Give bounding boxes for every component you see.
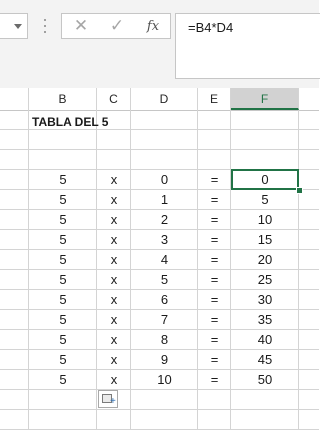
sheet-title[interactable]: TABLA DEL 5: [32, 112, 108, 132]
formula-bar-splitter[interactable]: [43, 19, 47, 33]
column-header-a[interactable]: [0, 88, 29, 110]
cell-c[interactable]: x: [97, 370, 131, 390]
cell-b[interactable]: 5: [29, 210, 97, 230]
column-header-b[interactable]: B: [29, 88, 97, 110]
fx-icon[interactable]: fx: [140, 14, 166, 38]
cell-b[interactable]: 5: [29, 370, 97, 390]
cell-e[interactable]: =: [198, 330, 231, 350]
formula-input[interactable]: =B4*D4: [175, 13, 320, 79]
cell-d[interactable]: 10: [131, 370, 198, 390]
fill-handle[interactable]: [296, 187, 303, 194]
cell-d[interactable]: 4: [131, 250, 198, 270]
column-header-d[interactable]: D: [131, 88, 198, 110]
cell-d[interactable]: 9: [131, 350, 198, 370]
formula-bar: ✕ ✓ fx =B4*D4: [0, 0, 320, 88]
column-header-f[interactable]: F: [231, 88, 299, 110]
cell-d[interactable]: 7: [131, 310, 198, 330]
cell-c[interactable]: x: [97, 350, 131, 370]
cell-d[interactable]: 6: [131, 290, 198, 310]
cell-c[interactable]: x: [97, 230, 131, 250]
cell-e[interactable]: =: [198, 190, 231, 210]
cell-d[interactable]: 8: [131, 330, 198, 350]
cell-b[interactable]: 5: [29, 190, 97, 210]
cell-b[interactable]: 5: [29, 250, 97, 270]
cell-c[interactable]: x: [97, 290, 131, 310]
auto-fill-options-icon[interactable]: +: [98, 390, 118, 408]
cell-b[interactable]: 5: [29, 350, 97, 370]
cell-e[interactable]: =: [198, 270, 231, 290]
cell-e[interactable]: =: [198, 210, 231, 230]
cell-f[interactable]: 50: [231, 370, 299, 390]
cell-c[interactable]: x: [97, 170, 131, 190]
chevron-down-icon: [14, 24, 22, 29]
cell-e[interactable]: =: [198, 250, 231, 270]
cell-e[interactable]: =: [198, 170, 231, 190]
active-cell-border: [231, 169, 299, 190]
column-header-e[interactable]: E: [198, 88, 231, 110]
worksheet-grid[interactable]: B C D E F TABLA DEL 5 5 x 0 = 0 5 x 1 = 5 5 x 2 = 10 5 x…: [0, 88, 319, 431]
cell-f[interactable]: 5: [231, 190, 299, 210]
cell-e[interactable]: =: [198, 370, 231, 390]
cell-e[interactable]: =: [198, 310, 231, 330]
cell-f[interactable]: 40: [231, 330, 299, 350]
cell-f[interactable]: 20: [231, 250, 299, 270]
name-box-dropdown[interactable]: [0, 13, 28, 39]
cell-b[interactable]: 5: [29, 270, 97, 290]
cell-c[interactable]: x: [97, 190, 131, 210]
cell-e[interactable]: =: [198, 290, 231, 310]
cell-b[interactable]: 5: [29, 290, 97, 310]
cell-f[interactable]: 10: [231, 210, 299, 230]
cell-f[interactable]: 30: [231, 290, 299, 310]
cell-c[interactable]: x: [97, 310, 131, 330]
cancel-icon[interactable]: ✕: [68, 14, 94, 38]
cell-d[interactable]: 3: [131, 230, 198, 250]
column-headers: B C D E F: [0, 88, 319, 111]
cell-b[interactable]: 5: [29, 310, 97, 330]
formula-bar-buttons: ✕ ✓ fx: [61, 13, 171, 39]
cell-d[interactable]: 0: [131, 170, 198, 190]
cell-d[interactable]: 1: [131, 190, 198, 210]
cell-c[interactable]: x: [97, 330, 131, 350]
cell-c[interactable]: x: [97, 250, 131, 270]
column-header-g[interactable]: [299, 88, 319, 110]
check-icon[interactable]: ✓: [104, 14, 130, 38]
cell-b[interactable]: 5: [29, 230, 97, 250]
cell-c[interactable]: x: [97, 270, 131, 290]
column-header-c[interactable]: C: [97, 88, 131, 110]
cell-d[interactable]: 5: [131, 270, 198, 290]
cell-f[interactable]: 35: [231, 310, 299, 330]
cell-d[interactable]: 2: [131, 210, 198, 230]
cell-e[interactable]: =: [198, 350, 231, 370]
cell-c[interactable]: x: [97, 210, 131, 230]
cell-f[interactable]: 45: [231, 350, 299, 370]
cell-f[interactable]: 15: [231, 230, 299, 250]
cell-f[interactable]: 25: [231, 270, 299, 290]
cell-b[interactable]: 5: [29, 330, 97, 350]
cell-b[interactable]: 5: [29, 170, 97, 190]
cell-e[interactable]: =: [198, 230, 231, 250]
